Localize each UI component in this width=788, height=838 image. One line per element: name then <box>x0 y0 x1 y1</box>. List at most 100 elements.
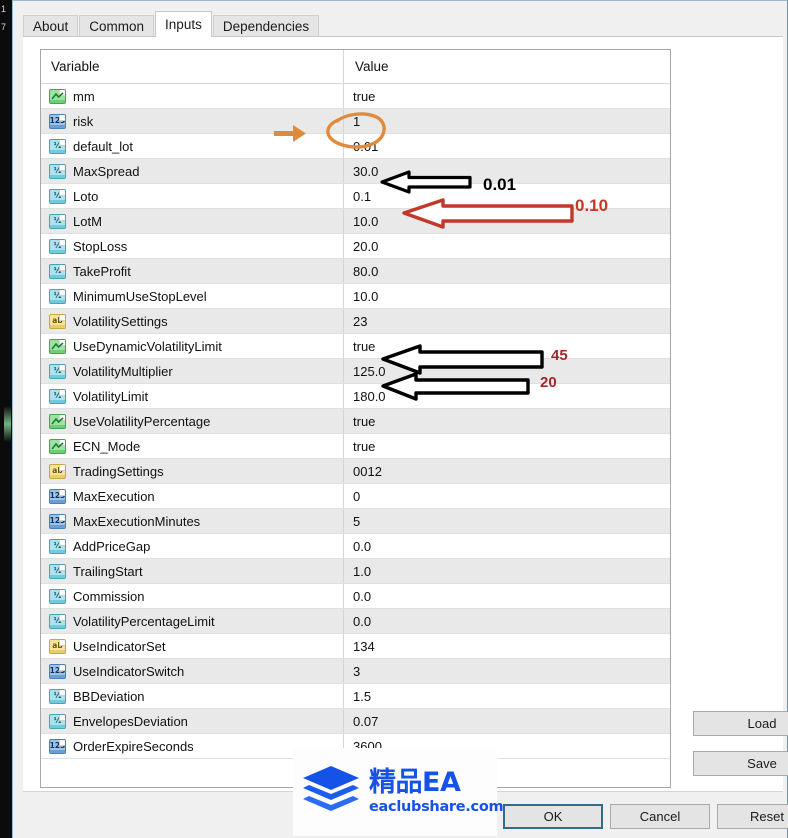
value-cell[interactable]: 5 <box>344 509 670 533</box>
variable-name: risk <box>73 113 94 129</box>
cancel-button[interactable]: Cancel <box>610 804 710 829</box>
variable-cell: ½ StopLoss <box>41 234 344 258</box>
table-row[interactable]: 123 MaxExecution 0 <box>41 484 670 509</box>
value-cell[interactable]: 1.5 <box>344 684 670 708</box>
value-cell[interactable]: 0.0 <box>344 584 670 608</box>
value-cell[interactable]: 180.0 <box>344 384 670 408</box>
table-row[interactable]: ½ VolatilityLimit 180.0 <box>41 384 670 409</box>
value-cell[interactable]: 20.0 <box>344 234 670 258</box>
value-text: true <box>353 338 376 354</box>
value-text: 3 <box>353 663 361 679</box>
value-text: 23 <box>353 313 368 329</box>
tab-dependencies[interactable]: Dependencies <box>212 15 320 37</box>
value-cell[interactable]: 0 <box>344 484 670 508</box>
tab-strip: About Common Inputs Dependencies <box>23 11 783 37</box>
table-row[interactable]: ½ MinimumUseStopLevel 10.0 <box>41 284 670 309</box>
variable-name: TakeProfit <box>73 263 131 279</box>
variable-name: UseVolatilityPercentage <box>73 413 211 429</box>
value-cell[interactable]: 80.0 <box>344 259 670 283</box>
double-type-icon: ½ <box>49 538 66 554</box>
double-type-icon: ½ <box>49 288 66 304</box>
table-row[interactable]: mm true <box>41 84 670 109</box>
variable-cell: mm <box>41 84 344 108</box>
inputs-table[interactable]: Variable Value mm true 123 risk 1 ½ default_lo… <box>40 49 671 788</box>
value-cell[interactable]: 10.0 <box>344 284 670 308</box>
value-cell[interactable]: 10.0 <box>344 209 670 233</box>
table-row[interactable]: ½ TakeProfit 80.0 <box>41 259 670 284</box>
variable-name: TrailingStart <box>73 563 143 579</box>
ok-button[interactable]: OK <box>503 804 603 829</box>
save-button[interactable]: Save <box>693 751 788 776</box>
value-cell[interactable]: 0.07 <box>344 709 670 733</box>
variable-name: StopLoss <box>73 238 128 254</box>
value-cell[interactable]: 0.0 <box>344 609 670 633</box>
value-cell[interactable]: 0.01 <box>344 134 670 158</box>
value-cell[interactable]: 134 <box>344 634 670 658</box>
value-text: 0012 <box>353 463 382 479</box>
table-row[interactable]: ECN_Mode true <box>41 434 670 459</box>
value-cell[interactable]: 0.0 <box>344 534 670 558</box>
table-rows-container: mm true 123 risk 1 ½ default_lot 0.01 ½ MaxSpread… <box>41 84 670 759</box>
table-row[interactable]: UseVolatilityPercentage true <box>41 409 670 434</box>
table-row[interactable]: ½ default_lot 0.01 <box>41 134 670 159</box>
value-text: 0.0 <box>353 538 372 554</box>
table-row[interactable]: ½ VolatilityMultiplier 125.0 <box>41 359 670 384</box>
red-arrow-label: 0.10 <box>575 196 609 215</box>
volatility-limit-annotation-label: 20 <box>540 374 557 391</box>
value-cell[interactable]: true <box>344 434 670 458</box>
string-type-icon: ab <box>49 638 66 654</box>
variable-name: default_lot <box>73 138 133 154</box>
table-row[interactable]: ½ BBDeviation 1.5 <box>41 684 670 709</box>
variable-cell: ab TradingSettings <box>41 459 344 483</box>
table-row[interactable]: ½ TrailingStart 1.0 <box>41 559 670 584</box>
load-button[interactable]: Load <box>693 711 788 736</box>
value-cell[interactable]: true <box>344 409 670 433</box>
value-cell[interactable]: 3 <box>344 659 670 683</box>
value-cell[interactable]: 1 <box>344 109 670 133</box>
variable-cell: ½ VolatilityPercentageLimit <box>41 609 344 633</box>
table-row[interactable]: ½ VolatilityPercentageLimit 0.0 <box>41 609 670 634</box>
variable-cell: ½ Commission <box>41 584 344 608</box>
value-cell[interactable]: true <box>344 334 670 358</box>
value-text: 134 <box>353 638 375 654</box>
variable-cell: ½ MinimumUseStopLevel <box>41 284 344 308</box>
value-cell[interactable]: 23 <box>344 309 670 333</box>
tab-inputs[interactable]: Inputs <box>155 11 212 37</box>
double-type-icon: ½ <box>49 263 66 279</box>
variable-cell: UseVolatilityPercentage <box>41 409 344 433</box>
variable-name: AddPriceGap <box>73 538 151 554</box>
table-row[interactable]: ½ Commission 0.0 <box>41 584 670 609</box>
table-row[interactable]: 123 risk 1 <box>41 109 670 134</box>
value-cell[interactable]: 125.0 <box>344 359 670 383</box>
double-type-icon: ½ <box>49 363 66 379</box>
value-text: 5 <box>353 513 361 529</box>
table-row[interactable]: 123 MaxExecutionMinutes 5 <box>41 509 670 534</box>
value-text: 30.0 <box>353 163 379 179</box>
table-row[interactable]: ab VolatilitySettings 23 <box>41 309 670 334</box>
column-header-value: Value <box>355 59 389 74</box>
variable-cell: 123 MaxExecutionMinutes <box>41 509 344 533</box>
table-row[interactable]: ab UseIndicatorSet 134 <box>41 634 670 659</box>
column-header-variable: Variable <box>41 50 344 83</box>
value-cell[interactable]: true <box>344 84 670 108</box>
table-row[interactable]: 123 UseIndicatorSwitch 3 <box>41 659 670 684</box>
table-row[interactable]: ½ StopLoss 20.0 <box>41 234 670 259</box>
tab-common[interactable]: Common <box>79 15 155 37</box>
double-type-icon: ½ <box>49 613 66 629</box>
value-cell[interactable]: 1.0 <box>344 559 670 583</box>
value-text: 1.0 <box>353 563 372 579</box>
tab-about[interactable]: About <box>23 15 79 37</box>
double-type-icon: ½ <box>49 163 66 179</box>
table-row[interactable]: UseDynamicVolatilityLimit true <box>41 334 670 359</box>
variable-cell: ½ AddPriceGap <box>41 534 344 558</box>
table-row[interactable]: ½ MaxSpread 30.0 <box>41 159 670 184</box>
value-text: 180.0 <box>353 388 386 404</box>
value-cell[interactable]: 0012 <box>344 459 670 483</box>
value-text: 10.0 <box>353 213 379 229</box>
double-type-icon: ½ <box>49 588 66 604</box>
table-row[interactable]: ½ EnvelopesDeviation 0.07 <box>41 709 670 734</box>
table-row[interactable]: ½ AddPriceGap 0.0 <box>41 534 670 559</box>
table-row[interactable]: ab TradingSettings 0012 <box>41 459 670 484</box>
bool-type-icon <box>49 338 66 354</box>
reset-button[interactable]: Reset <box>717 804 788 829</box>
